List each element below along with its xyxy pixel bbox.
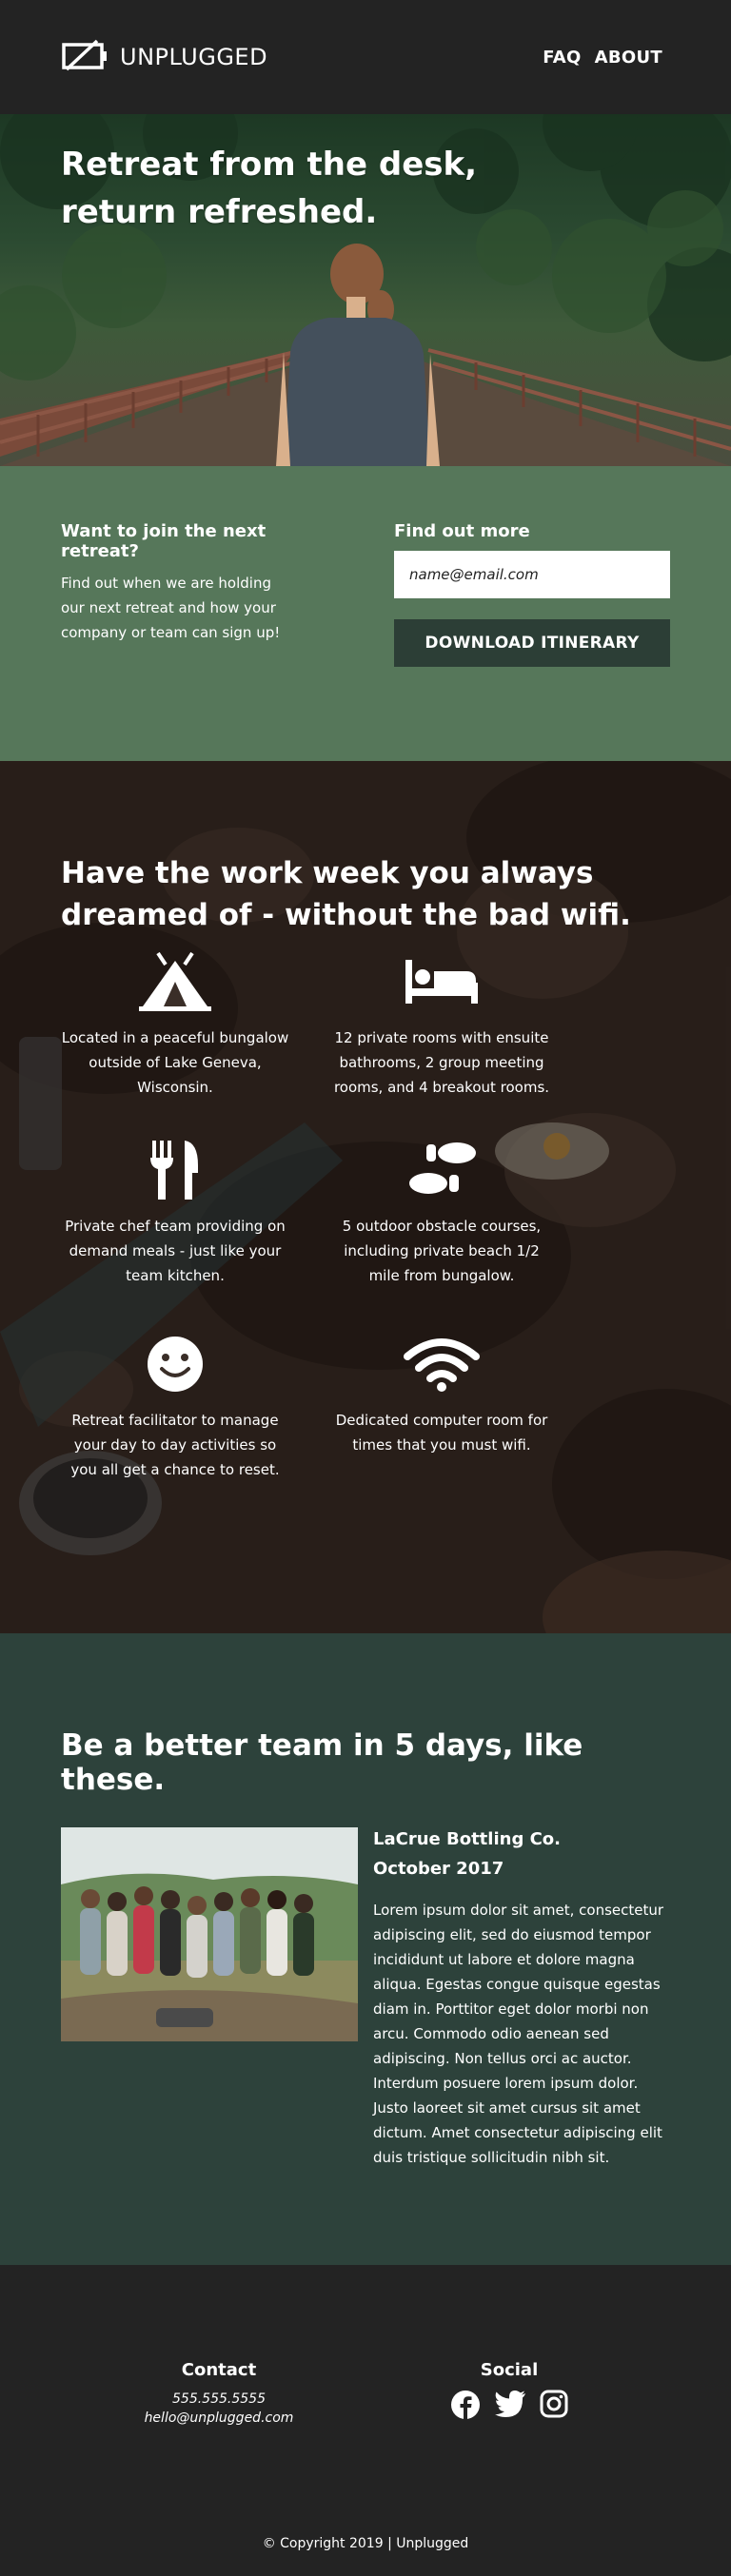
utensils-icon [61, 1132, 289, 1208]
team-section: Be a better team in 5 days, like these. [0, 1633, 731, 2265]
facebook-icon[interactable] [450, 2390, 481, 2424]
signup-form: Find out more DOWNLOAD ITINERARY [394, 521, 670, 761]
feature-item: Dedicated computer room for times that y… [327, 1326, 556, 1457]
wifi-icon [327, 1326, 556, 1402]
feature-item: Private chef team providing on demand me… [61, 1132, 289, 1288]
team-description: Lorem ipsum dolor sit amet, consectetur … [373, 1902, 664, 2166]
feature-item: 12 private rooms with ensuite bathrooms,… [327, 944, 556, 1100]
feature-text: Retreat facilitator to manage your day t… [70, 1412, 280, 1478]
feature-text: 5 outdoor obstacle courses, including pr… [342, 1218, 542, 1284]
shoe-prints-icon [327, 1132, 556, 1208]
phone-number[interactable]: 555.555.5555 [143, 2390, 295, 2409]
feature-item: Retreat facilitator to manage your day t… [61, 1326, 289, 1482]
social-heading: Social [480, 2360, 539, 2380]
retreat-date: October 2017 [373, 1859, 504, 1879]
footer-social: Social [438, 2360, 581, 2424]
team-text: LaCrue Bottling Co. October 2017 Lorem i… [373, 1827, 670, 2170]
signup-text: Find out when we are holding our next re… [61, 575, 281, 641]
smile-icon [61, 1326, 289, 1402]
instagram-icon[interactable] [540, 2390, 568, 2424]
find-more-heading: Find out more [394, 521, 530, 541]
contact-heading: Contact [181, 2360, 257, 2380]
feature-text: Located in a peaceful bungalow outside o… [61, 1029, 289, 1096]
tent-icon [61, 944, 289, 1020]
team-title: Be a better team in 5 days, like these. [61, 1728, 583, 1797]
battery-icon [61, 38, 110, 76]
feature-grid: Located in a peaceful bungalow outside o… [61, 936, 670, 1602]
signup-section: Want to join the next retreat? Find out … [0, 466, 731, 761]
footer-contact: Contact 555.555.5555 hello@unplugged.com [143, 2360, 295, 2428]
nav-faq[interactable]: FAQ [543, 48, 581, 68]
bed-icon [327, 944, 556, 1020]
feature-item: 5 outdoor obstacle courses, including pr… [327, 1132, 556, 1288]
email-field[interactable] [394, 551, 670, 598]
social-links [438, 2390, 581, 2424]
feature-text: 12 private rooms with ensuite bathrooms,… [333, 1029, 550, 1096]
features-content: Have the work week you always dreamed of… [0, 761, 731, 1602]
feature-text: Private chef team providing on demand me… [65, 1218, 286, 1284]
features-section: Have the work week you always dreamed of… [0, 761, 731, 1633]
twitter-icon[interactable] [494, 2390, 526, 2424]
site-footer: Contact 555.555.5555 hello@unplugged.com… [0, 2265, 731, 2576]
signup-heading: Want to join the next retreat? [61, 521, 267, 561]
hero-section: Retreat from the desk, return refreshed. [0, 114, 731, 466]
email-link[interactable]: hello@unplugged.com [143, 2409, 295, 2428]
company-name: LaCrue Bottling Co. [373, 1829, 562, 1849]
feature-text: Dedicated computer room for times that y… [335, 1412, 548, 1454]
copyright-text: © Copyright 2019 | Unplugged [262, 2536, 469, 2551]
features-title: Have the work week you always dreamed of… [61, 856, 631, 932]
nav-about[interactable]: ABOUT [595, 48, 662, 68]
site-header: UNPLUGGED FAQ ABOUT [0, 0, 731, 114]
feature-item: Located in a peaceful bungalow outside o… [61, 944, 289, 1100]
main-nav: FAQ ABOUT [543, 48, 662, 68]
brand-name: UNPLUGGED [120, 44, 268, 70]
team-photo [61, 1827, 358, 2041]
hero-title: Retreat from the desk, return refreshed. [61, 146, 478, 231]
team-row: LaCrue Bottling Co. October 2017 Lorem i… [61, 1827, 670, 2170]
logo[interactable]: UNPLUGGED [61, 38, 267, 76]
signup-info: Want to join the next retreat? Find out … [61, 521, 299, 761]
download-itinerary-button[interactable]: DOWNLOAD ITINERARY [394, 619, 670, 667]
